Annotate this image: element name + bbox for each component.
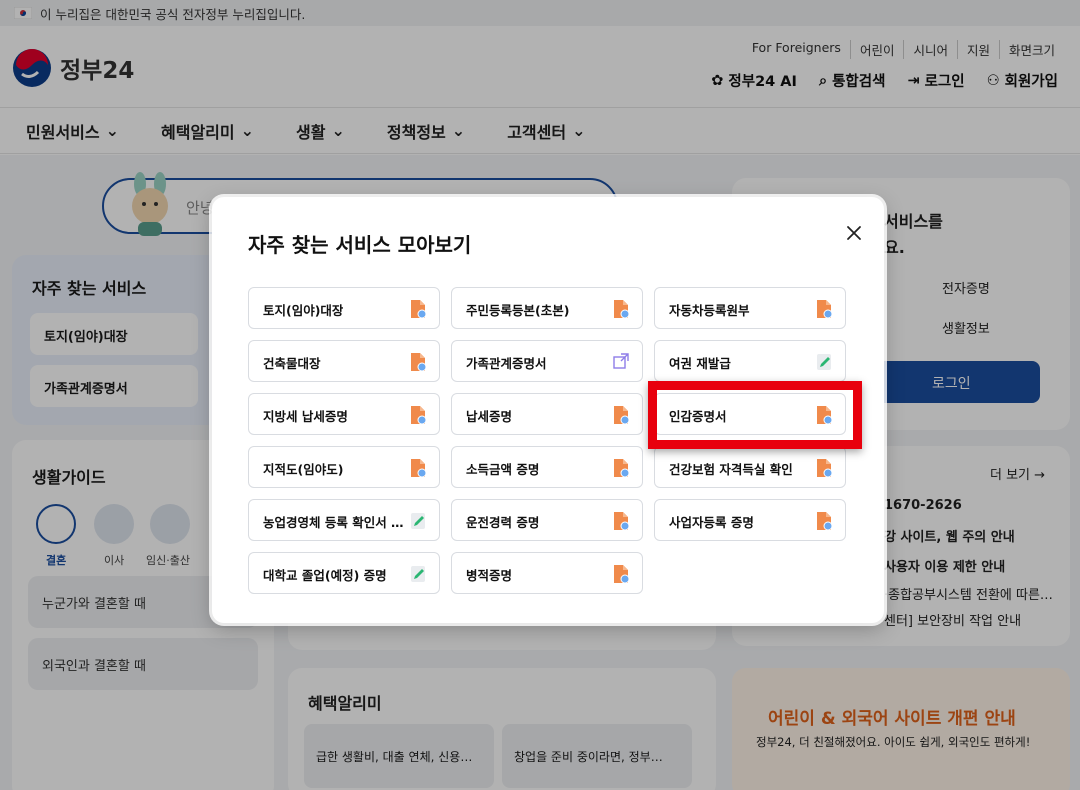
service-item[interactable]: 대학교 졸업(예정) 증명 [248, 552, 440, 594]
service-item-label: 납세증명 [466, 409, 513, 424]
edit-icon [409, 564, 427, 584]
service-item-label: 운전경력 증명 [466, 515, 540, 530]
service-item[interactable]: 건축물대장 [248, 340, 440, 382]
service-item-label: 주민등록등본(초본) [466, 303, 570, 318]
service-item[interactable]: 자동차등록원부 [654, 287, 846, 329]
service-item[interactable]: 병적증명 [451, 552, 643, 594]
service-item-label: 지적도(임야도) [263, 462, 344, 477]
service-item-label: 건강보험 자격득실 확인 [669, 462, 793, 477]
service-item[interactable]: 운전경력 증명 [451, 499, 643, 541]
document-icon [409, 352, 427, 372]
service-item[interactable]: 여권 재발급 [654, 340, 846, 382]
document-icon [815, 511, 833, 531]
document-icon [612, 511, 630, 531]
service-item-label: 인감증명서 [669, 409, 727, 424]
service-item-label: 자동차등록원부 [669, 303, 750, 318]
service-item-label: 병적증명 [466, 568, 513, 583]
service-item-label: 소득금액 증명 [466, 462, 540, 477]
document-icon [815, 299, 833, 319]
service-item[interactable]: 사업자등록 증명 [654, 499, 846, 541]
service-item[interactable]: 지적도(임야도) [248, 446, 440, 488]
service-item[interactable]: 가족관계증명서 [451, 340, 643, 382]
service-item[interactable]: 소득금액 증명 [451, 446, 643, 488]
service-item-label: 건축물대장 [263, 356, 321, 371]
document-icon [612, 564, 630, 584]
modal-title: 자주 찾는 서비스 모아보기 [248, 233, 472, 257]
document-icon [612, 458, 630, 478]
document-icon [409, 405, 427, 425]
external-link-icon [612, 352, 630, 372]
service-item[interactable]: 납세증명 [451, 393, 643, 435]
edit-icon [815, 352, 833, 372]
edit-icon [409, 511, 427, 531]
service-item-label: 대학교 졸업(예정) 증명 [263, 568, 387, 583]
service-item-label: 농업경영체 등록 확인서 … [263, 515, 403, 530]
frequent-services-modal: 자주 찾는 서비스 모아보기 토지(임야)대장 주민등록등본(초본) 자동차등록원부… [212, 197, 884, 623]
service-item-label: 지방세 납세증명 [263, 409, 348, 424]
service-item[interactable]: 건강보험 자격득실 확인 [654, 446, 846, 488]
document-icon [612, 299, 630, 319]
document-icon [612, 405, 630, 425]
document-icon [409, 299, 427, 319]
service-item[interactable]: 인감증명서 [654, 393, 846, 435]
service-item[interactable]: 주민등록등본(초본) [451, 287, 643, 329]
document-icon [409, 458, 427, 478]
service-item[interactable]: 지방세 납세증명 [248, 393, 440, 435]
service-item[interactable]: 토지(임야)대장 [248, 287, 440, 329]
service-item-label: 사업자등록 증명 [669, 515, 754, 530]
document-icon [815, 458, 833, 478]
service-item-label: 토지(임야)대장 [263, 303, 344, 318]
service-item-label: 가족관계증명서 [466, 356, 547, 371]
service-item[interactable]: 농업경영체 등록 확인서 … [248, 499, 440, 541]
close-icon [847, 226, 861, 240]
document-icon [815, 405, 833, 425]
close-button[interactable] [842, 221, 866, 245]
service-item-label: 여권 재발급 [669, 356, 731, 371]
